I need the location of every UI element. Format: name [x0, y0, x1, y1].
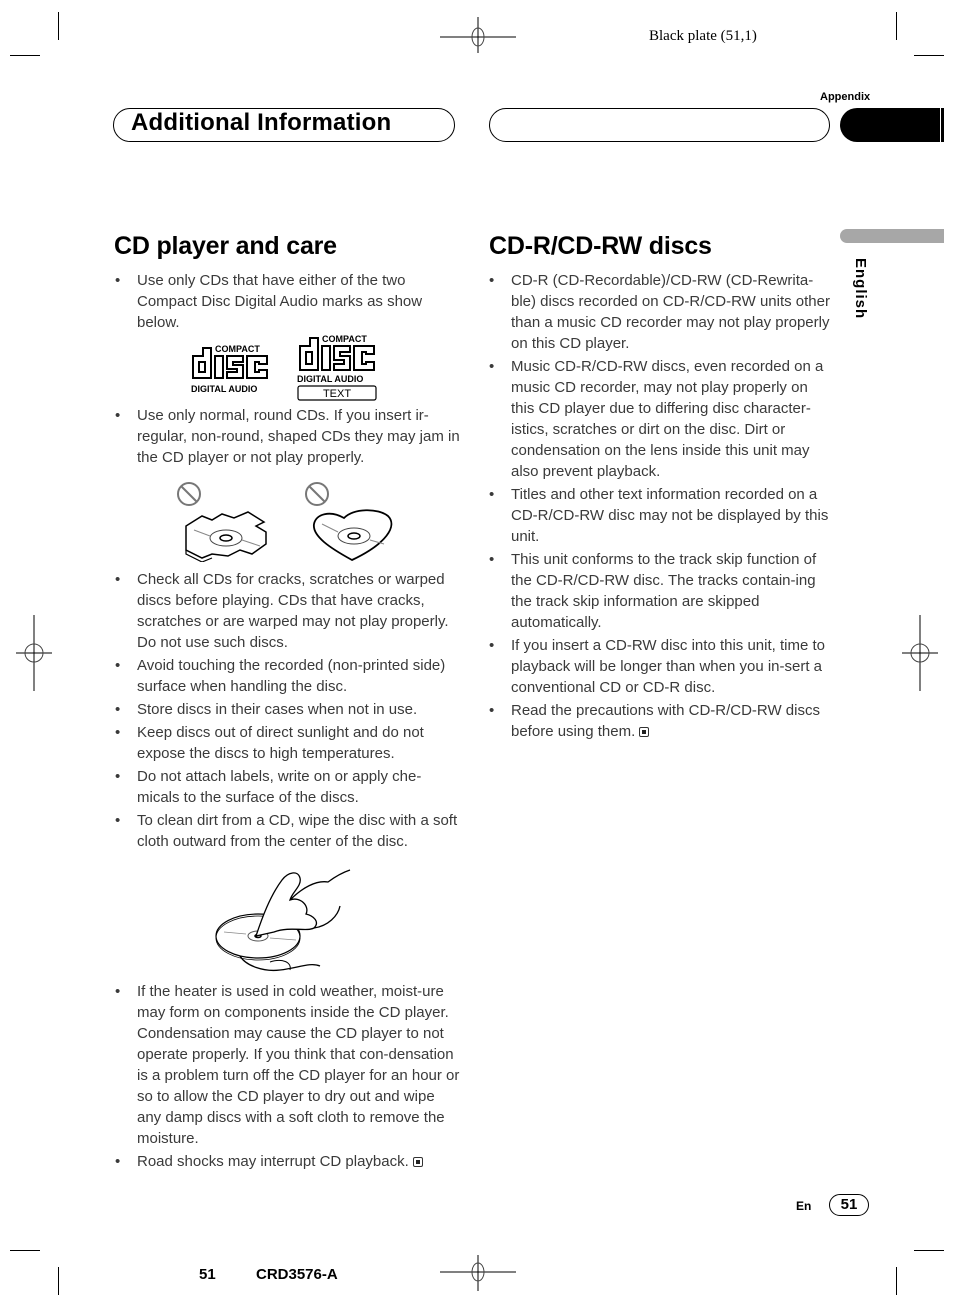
section-title: Additional Information	[131, 109, 392, 136]
prohibited-icon	[305, 482, 329, 506]
language-code: En	[796, 1199, 812, 1213]
left-section-heading: CD player and care	[114, 232, 337, 260]
list-item: • Road shocks may interrupt CD playback.	[115, 1151, 460, 1172]
crop-mark	[914, 55, 944, 56]
print-page-number: 51	[199, 1266, 216, 1283]
crop-mark	[914, 1250, 944, 1251]
crop-mark	[896, 1267, 897, 1295]
logo-bottom-text: DIGITAL AUDIO	[297, 374, 363, 384]
logo-bottom-text: DIGITAL AUDIO	[191, 384, 257, 394]
crop-mark	[58, 12, 59, 40]
bullet-list: • Use only CDs that have either of the tw…	[115, 270, 460, 335]
bullet-icon: •	[489, 637, 495, 654]
end-of-section-icon	[412, 1157, 423, 1167]
bullet-list: • CD-R (CD-Recordable)/CD-RW (CD-Rewrita-…	[489, 270, 834, 744]
heart-disc-illustration	[305, 482, 393, 562]
registration-mark-icon	[902, 615, 938, 691]
page-number: 51	[829, 1194, 869, 1216]
compact-disc-logo: COMPACT DIGITAL AUDIO	[191, 344, 268, 394]
bullet-icon: •	[115, 272, 121, 289]
bullet-icon: •	[115, 657, 121, 674]
list-item: • Store discs in their cases when not in …	[115, 701, 418, 718]
plate-label: Black plate (51,1)	[649, 28, 757, 44]
bullet-list: • If the heater is used in cold weather, …	[115, 981, 460, 1174]
list-item: • Read the precautions with CD-R/CD-RW di…	[489, 702, 820, 740]
prohibited-icon	[177, 482, 201, 506]
chapter-tab-edge	[941, 108, 944, 142]
list-item: • CD-R (CD-Recordable)/CD-RW (CD-Rewrita-…	[489, 272, 830, 352]
list-item: • To clean dirt from a CD, wipe the disc …	[115, 812, 458, 850]
chapter-label: Appendix	[820, 91, 871, 103]
chapter-tab	[840, 108, 940, 142]
bullet-icon: •	[115, 571, 121, 588]
list-item: • Use only CDs that have either of the tw…	[115, 272, 423, 331]
model-number: CRD3576-A	[256, 1266, 338, 1283]
bullet-icon: •	[489, 551, 495, 568]
list-item: • Do not attach labels, write on or apply…	[115, 768, 422, 806]
registration-mark-icon	[440, 17, 516, 53]
list-item: • Music CD-R/CD-RW discs, even recorded o…	[489, 358, 824, 480]
bullet-list: • Use only normal, round CDs. If you inse…	[115, 405, 460, 470]
bullet-icon: •	[489, 272, 495, 289]
language-tab-label: English	[852, 258, 869, 320]
bullet-icon: •	[115, 983, 121, 1000]
language-tab-bar	[840, 229, 944, 243]
bullet-icon: •	[115, 701, 121, 718]
registration-mark-icon	[440, 1255, 516, 1291]
disc-cleaning-illustration	[215, 869, 351, 972]
irregular-disc-illustration	[177, 482, 267, 562]
bullet-icon: •	[489, 358, 495, 375]
logo-top-text: COMPACT	[322, 334, 367, 344]
compact-disc-text-logo: COMPACT DIGITAL AUDIO TEXT	[297, 334, 377, 401]
list-item: • This unit conforms to the track skip fu…	[489, 551, 817, 631]
list-item: • If the heater is used in cold weather, …	[115, 983, 460, 1147]
blank-header-pill	[489, 108, 830, 142]
right-section-heading: CD-R/CD-RW discs	[489, 232, 712, 260]
list-item: • Keep discs out of direct sunlight and d…	[115, 724, 424, 762]
crop-mark	[10, 55, 40, 56]
bullet-icon: •	[489, 702, 495, 719]
bullet-icon: •	[115, 724, 121, 741]
list-item: • Check all CDs for cracks, scratches or …	[115, 571, 449, 651]
bullet-icon: •	[489, 486, 495, 503]
list-item: • If you insert a CD-RW disc into this un…	[489, 637, 825, 696]
list-item: • Avoid touching the recorded (non-printe…	[115, 657, 446, 695]
list-item: • Titles and other text information recor…	[489, 486, 829, 545]
crop-mark	[58, 1267, 59, 1295]
end-of-section-icon	[639, 727, 650, 737]
bullet-icon: •	[115, 768, 121, 785]
bullet-list: • Check all CDs for cracks, scratches or …	[115, 569, 460, 854]
logo-top-text: COMPACT	[215, 344, 260, 354]
list-item: • Use only normal, round CDs. If you inse…	[115, 407, 460, 466]
crop-mark	[896, 12, 897, 40]
bullet-icon: •	[115, 1153, 121, 1170]
logo-text-badge: TEXT	[323, 388, 351, 400]
bullet-icon: •	[115, 812, 121, 829]
registration-mark-icon	[16, 615, 52, 691]
crop-mark	[10, 1250, 40, 1251]
bullet-icon: •	[115, 407, 121, 424]
